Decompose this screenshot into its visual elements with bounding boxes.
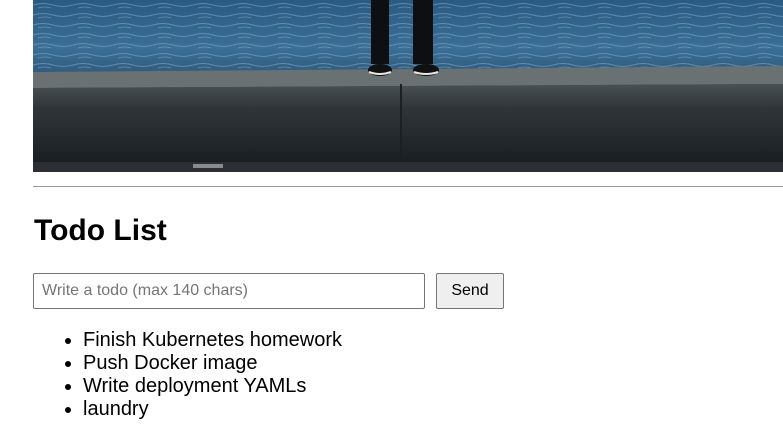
hero-photo-graphic (33, 0, 783, 172)
todo-list: Finish Kubernetes homework Push Docker i… (43, 329, 342, 421)
hero-image (33, 0, 783, 172)
todo-item: Push Docker image (83, 352, 342, 375)
todo-item: Write deployment YAMLs (83, 375, 342, 398)
page: Todo List Send Finish Kubernetes homewor… (0, 0, 783, 443)
todo-item: Finish Kubernetes homework (83, 329, 342, 352)
todo-input[interactable] (33, 273, 425, 309)
send-button[interactable]: Send (436, 273, 504, 309)
page-title: Todo List (34, 214, 167, 247)
todo-item: laundry (83, 398, 342, 421)
divider (33, 186, 783, 187)
